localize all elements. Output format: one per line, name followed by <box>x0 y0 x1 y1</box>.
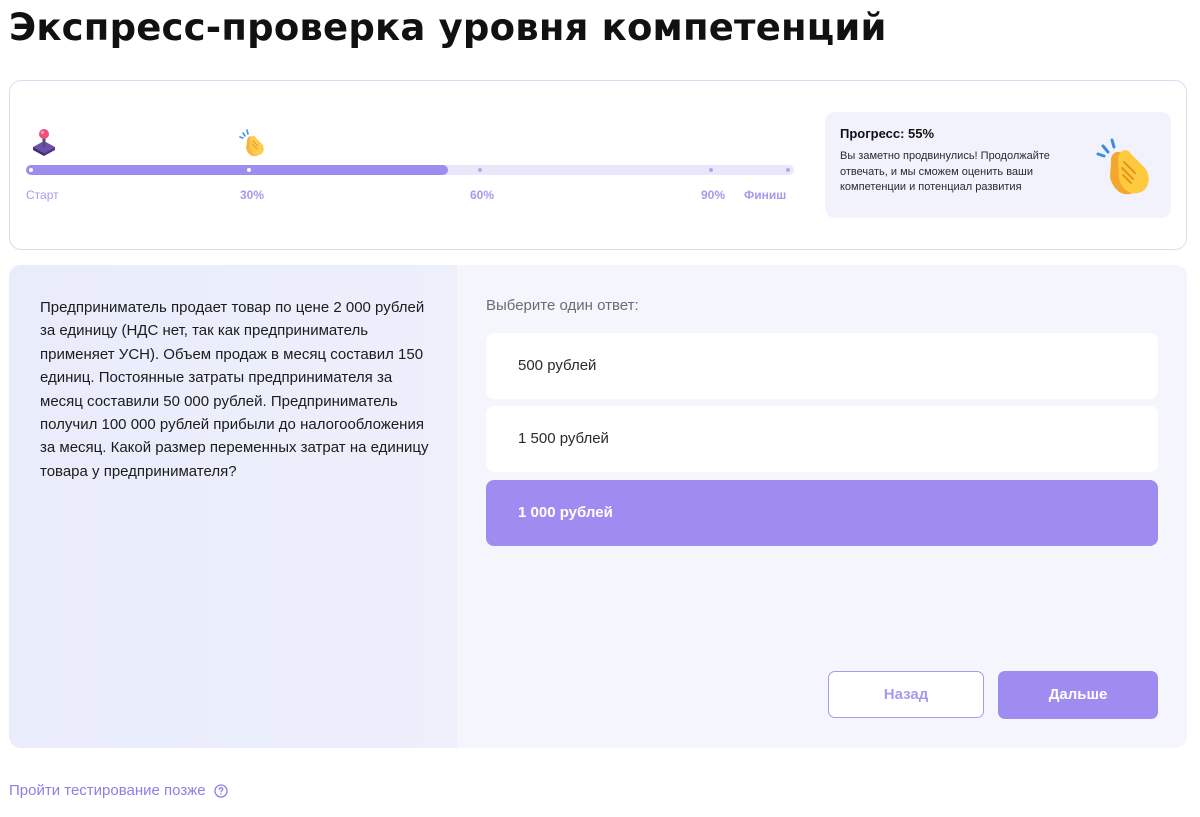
question-card: Предприниматель продает товар по цене 2 … <box>9 265 1187 748</box>
progress-track <box>26 165 794 175</box>
back-button[interactable]: Назад <box>828 671 984 718</box>
question-text: Предприниматель продает товар по цене 2 … <box>40 299 429 480</box>
milestone-dot-30 <box>247 168 251 172</box>
milestone-label-30: 30% <box>240 188 265 202</box>
milestone-label-60: 60% <box>470 188 495 202</box>
milestone-label-90: 90% <box>701 188 726 202</box>
milestone-label-finish: Финиш <box>744 188 787 202</box>
answer-option[interactable]: 1 500 рублей <box>486 406 1158 472</box>
page-title: Экспресс-проверка уровня компетенций <box>9 6 887 49</box>
pin-icon <box>33 129 55 156</box>
answer-option[interactable]: 500 рублей <box>486 333 1158 399</box>
milestone-dot-finish <box>786 168 790 172</box>
milestone-dot-60 <box>478 168 482 172</box>
milestone-label-start: Старт <box>26 188 59 202</box>
question-circle-icon <box>213 783 228 798</box>
clapping-hands-icon <box>239 129 264 157</box>
progress-card: Старт 30% 60% 90% Финиш Прогресс: 55% Вы… <box>9 80 1187 250</box>
take-test-later-label: Пройти тестирование позже <box>9 782 206 799</box>
progress-info-title: Прогресс: 55% <box>840 126 935 141</box>
progress-info-text: Вы заметно продвинулись! Продолжайте отв… <box>840 150 1050 193</box>
clapping-hands-icon <box>1096 138 1149 195</box>
progress-fill <box>26 165 449 175</box>
milestone-dot-90 <box>709 168 713 172</box>
progress-info-panel: Прогресс: 55% Вы заметно продвинулись! П… <box>825 112 1171 218</box>
answer-option-selected[interactable]: 1 000 рублей <box>486 480 1158 546</box>
next-button[interactable]: Дальше <box>998 671 1158 719</box>
question-pane: Предприниматель продает товар по цене 2 … <box>9 265 457 748</box>
answer-pane: Выберите один ответ: 500 рублей 1 500 ру… <box>457 265 1187 748</box>
milestone-dot-start <box>29 168 33 172</box>
take-test-later-link[interactable]: Пройти тестирование позже <box>9 782 228 799</box>
answer-prompt: Выберите один ответ: <box>486 297 639 314</box>
